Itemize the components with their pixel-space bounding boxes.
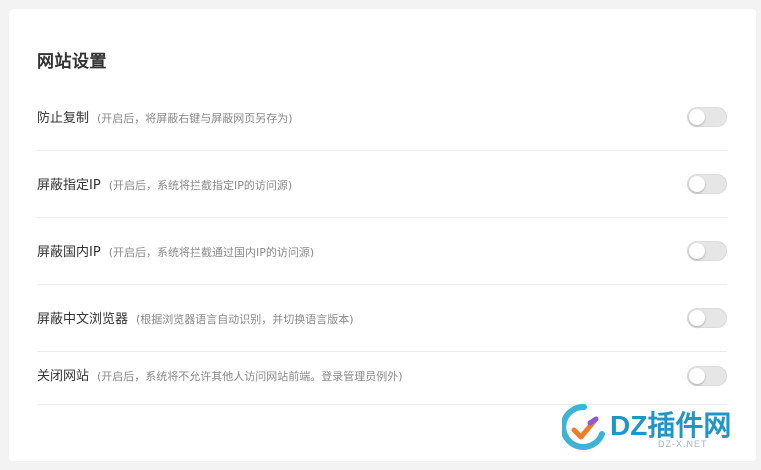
- page-title: 网站设置: [37, 52, 107, 72]
- setting-hint: (开启后，系统将拦截指定IP的访问源): [108, 179, 293, 192]
- setting-row-close-site: 关闭网站 (开启后，系统将不允许其他人访问网站前端。登录管理员例外): [37, 338, 727, 405]
- setting-hint: (根据浏览器语言自动识别，并切换语言版本): [136, 313, 354, 326]
- watermark-subtext: DZ-X.NET: [658, 439, 708, 449]
- block-domestic-ip-toggle[interactable]: [687, 241, 727, 261]
- prevent-copy-toggle[interactable]: [687, 107, 727, 127]
- setting-label: 屏蔽国内IP: [37, 245, 101, 260]
- setting-row-block-domestic-ip: 屏蔽国内IP (开启后，系统将拦截通过国内IP的访问源): [37, 218, 727, 285]
- toggle-knob: [689, 368, 705, 384]
- watermark-logo: DZ插件网 DZ-X.NET: [560, 403, 752, 456]
- settings-card: 网站设置 防止复制 (开启后，将屏蔽右键与屏蔽网页另存为) 屏蔽指定IP (开启后，…: [9, 9, 756, 461]
- toggle-knob: [689, 310, 705, 326]
- dz-logo-icon: [560, 403, 605, 450]
- block-ip-toggle[interactable]: [687, 174, 727, 194]
- toggle-knob: [689, 243, 705, 259]
- toggle-knob: [689, 109, 705, 125]
- setting-label: 屏蔽中文浏览器: [37, 312, 129, 327]
- setting-row-prevent-copy: 防止复制 (开启后，将屏蔽右键与屏蔽网页另存为): [37, 84, 727, 151]
- setting-label: 屏蔽指定IP: [37, 178, 101, 193]
- setting-hint: (开启后，系统将不允许其他人访问网站前端。登录管理员例外): [97, 370, 403, 383]
- setting-row-block-ip: 屏蔽指定IP (开启后，系统将拦截指定IP的访问源): [37, 151, 727, 218]
- setting-hint: (开启后，系统将拦截通过国内IP的访问源): [108, 246, 315, 259]
- toggle-knob: [689, 176, 705, 192]
- setting-label: 防止复制: [37, 111, 90, 126]
- watermark-text: DZ插件网: [610, 410, 732, 441]
- setting-label: 关闭网站: [37, 369, 90, 384]
- close-site-toggle[interactable]: [687, 366, 727, 386]
- block-chinese-browser-toggle[interactable]: [687, 308, 727, 328]
- setting-hint: (开启后，将屏蔽右键与屏蔽网页另存为): [97, 112, 293, 125]
